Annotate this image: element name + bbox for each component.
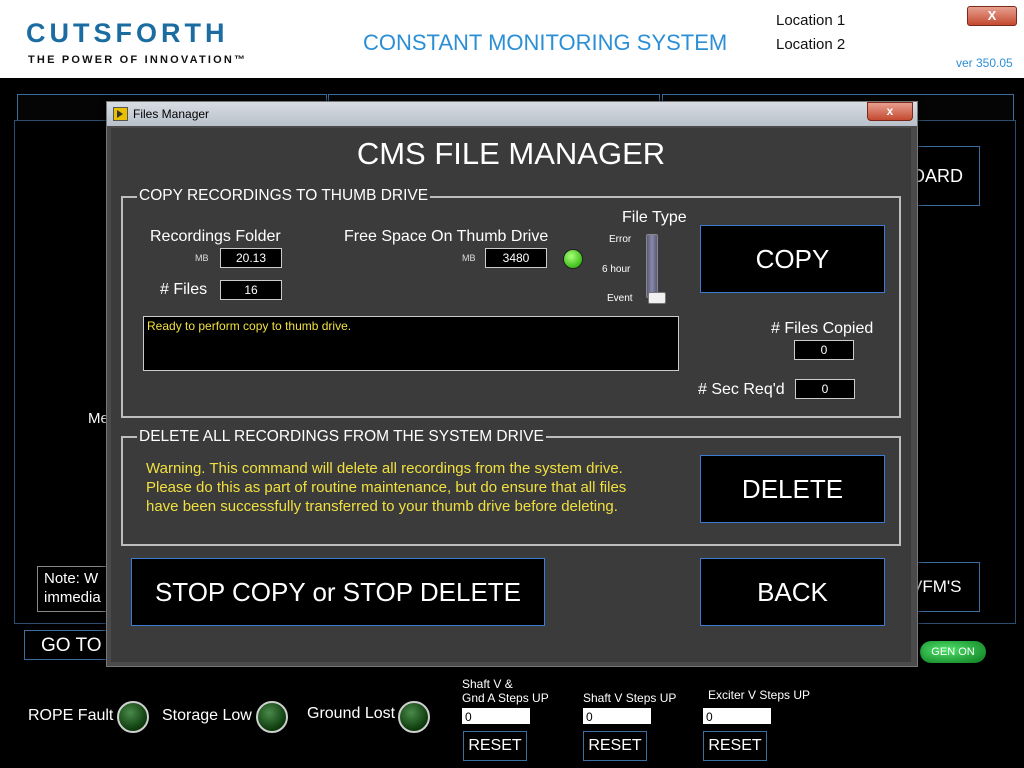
file-type-option-event: Event	[607, 293, 633, 304]
warning-line-1: Warning. This command will delete all re…	[146, 460, 623, 477]
sec-reqd-value: 0	[795, 379, 855, 399]
step-input-2[interactable]: 0	[582, 707, 652, 725]
file-type-slider-thumb[interactable]	[648, 292, 666, 304]
copy-group-title: COPY RECORDINGS TO THUMB DRIVE	[137, 187, 431, 205]
system-title: CONSTANT MONITORING SYSTEM	[363, 30, 728, 55]
file-type-label: File Type	[622, 209, 687, 226]
dialog-window-title: Files Manager	[133, 107, 210, 121]
version-label: ver 350.05	[956, 56, 1013, 70]
step-label-1a: Shaft V &	[462, 677, 513, 691]
sec-reqd-label: # Sec Req'd	[698, 381, 785, 398]
file-type-option-error: Error	[609, 234, 632, 245]
logo-tagline: THE POWER OF INNOVATION™	[28, 54, 248, 66]
recordings-folder-value: 20.13	[220, 248, 282, 268]
free-space-label: Free Space On Thumb Drive	[344, 228, 549, 245]
background-goto-button[interactable]: GO TO	[24, 630, 112, 660]
location-1: Location 1	[776, 12, 846, 29]
files-manager-dialog: Files Manager x CMS FILE MANAGER COPY RE…	[106, 101, 918, 667]
copy-button[interactable]: COPY	[700, 225, 885, 293]
back-button[interactable]: BACK	[700, 558, 885, 626]
warning-line-3: have been successfully transferred to yo…	[146, 498, 618, 515]
dialog-heading: CMS FILE MANAGER	[356, 136, 666, 171]
background-note: Note: W immedia	[37, 566, 117, 612]
free-space-unit-label: MB	[462, 253, 476, 263]
step-input-1[interactable]: 0	[461, 707, 531, 725]
location-2: Location 2	[776, 36, 846, 53]
thumb-drive-status-led	[563, 249, 583, 269]
files-copied-value: 0	[794, 340, 854, 360]
reset-button-1[interactable]: RESET	[463, 731, 527, 761]
storage-low-label: Storage Low	[162, 707, 252, 724]
reset-button-3[interactable]: RESET	[703, 731, 767, 761]
storage-low-led	[256, 701, 288, 733]
background-dashboard-button[interactable]: OARD	[910, 146, 980, 206]
dialog-body: CMS FILE MANAGER COPY RECORDINGS TO THUM…	[111, 128, 911, 662]
logo-name: CUTSFORTH	[26, 18, 229, 48]
free-space-value: 3480	[485, 248, 547, 268]
recordings-unit-label: MB	[195, 253, 209, 263]
rope-fault-label: ROPE Fault	[28, 707, 114, 724]
step-label-1b: Gnd A Steps UP	[462, 691, 549, 705]
stop-copy-delete-button[interactable]: STOP COPY or STOP DELETE	[131, 558, 545, 626]
status-message-box: Ready to perform copy to thumb drive.	[143, 316, 679, 371]
warning-line-2: Please do this as part of routine mainte…	[146, 479, 627, 496]
dialog-close-button[interactable]: x	[867, 102, 913, 121]
step-label-3: Exciter V Steps UP	[708, 688, 811, 702]
labview-app-icon	[113, 107, 128, 121]
dialog-titlebar[interactable]	[107, 102, 917, 126]
ground-lost-led	[398, 701, 430, 733]
files-copied-label: # Files Copied	[771, 320, 874, 337]
reset-button-2[interactable]: RESET	[583, 731, 647, 761]
ground-lost-label: Ground Lost	[307, 705, 396, 722]
recordings-folder-label: Recordings Folder	[150, 228, 281, 245]
file-type-option-6hour: 6 hour	[602, 264, 631, 275]
files-count-label: # Files	[160, 281, 208, 298]
file-type-slider[interactable]	[646, 234, 658, 298]
step-label-2: Shaft V Steps UP	[583, 691, 677, 705]
step-input-3[interactable]: 0	[702, 707, 772, 725]
app-close-button[interactable]: X	[967, 6, 1017, 26]
background-wfms-button[interactable]: VFM'S	[910, 562, 980, 612]
delete-warning-text: Warning. This command will delete all re…	[146, 459, 686, 516]
gen-on-indicator: GEN ON	[920, 641, 986, 663]
files-count-value: 16	[220, 280, 282, 300]
delete-button[interactable]: DELETE	[700, 455, 885, 523]
rope-fault-led	[117, 701, 149, 733]
delete-group-title: DELETE ALL RECORDINGS FROM THE SYSTEM DR…	[137, 428, 546, 446]
